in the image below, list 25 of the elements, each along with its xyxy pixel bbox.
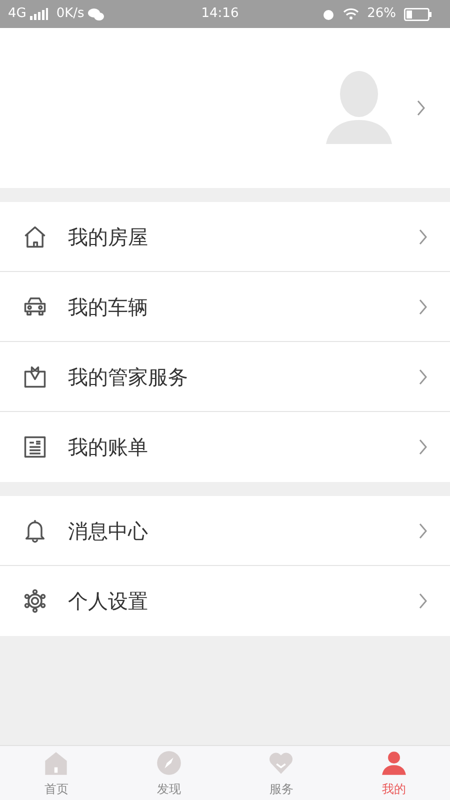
chevron-icon	[418, 298, 428, 314]
battery-label: 26%	[367, 5, 396, 24]
house-icon	[22, 224, 48, 250]
network-label: 4G	[8, 5, 26, 24]
avatar-icon	[326, 70, 392, 146]
chat-icon	[88, 8, 104, 20]
chevron-icon	[418, 439, 428, 455]
gear-icon	[22, 588, 48, 614]
suit-icon	[22, 364, 48, 390]
home-icon	[43, 750, 70, 776]
heart-icon	[268, 750, 294, 776]
battery-icon	[404, 8, 432, 20]
chevron-icon	[418, 593, 428, 609]
chevron-icon	[418, 228, 428, 244]
signal-icon	[30, 8, 48, 20]
speed-label: 0K/s	[56, 5, 84, 24]
wifi-icon	[343, 8, 360, 20]
clock-time: 14:16	[200, 5, 240, 24]
compass-icon	[156, 750, 182, 776]
profile-button[interactable]	[326, 70, 426, 146]
chevron-icon	[418, 522, 428, 538]
chevron-icon	[416, 100, 426, 116]
chevron-icon	[418, 368, 428, 384]
person-icon	[380, 750, 407, 776]
bill-icon	[22, 434, 48, 460]
